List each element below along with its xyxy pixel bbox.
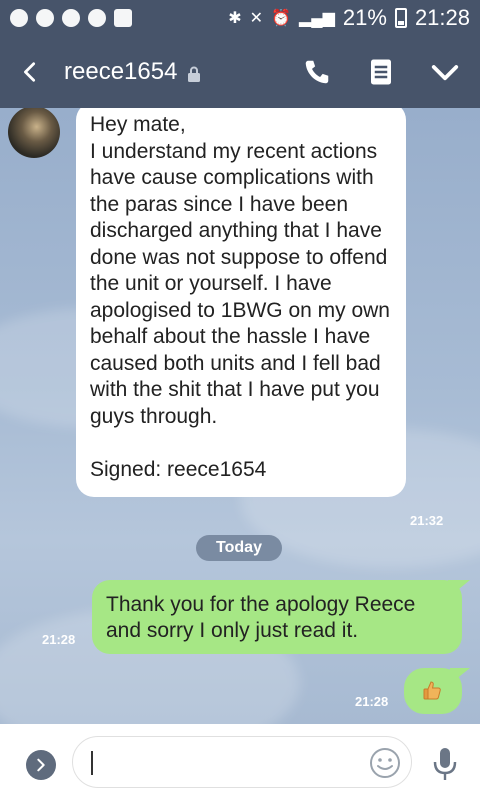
outgoing-message-bubble[interactable]: Thank you for the apology Reece and sorr… <box>92 580 462 654</box>
battery-icon <box>394 8 407 28</box>
text-cursor <box>91 751 93 775</box>
back-button[interactable] <box>0 36 60 108</box>
microphone-button[interactable] <box>430 746 460 782</box>
game-controller-icon <box>62 9 80 27</box>
chevron-left-icon <box>24 62 36 82</box>
download-icon <box>114 9 132 27</box>
notification-icon <box>10 9 28 27</box>
outgoing-sticker-bubble[interactable] <box>404 668 462 714</box>
message-input[interactable] <box>72 736 412 788</box>
system-status: ✱ ✕ ⏰ ▂▄▆ 21% 21:28 <box>228 5 470 31</box>
minus-circle-icon <box>88 9 106 27</box>
emoji-button[interactable] <box>369 747 401 779</box>
chat-area[interactable]: Hey mate, I understand my recent actions… <box>0 108 480 724</box>
contact-avatar[interactable] <box>8 108 60 158</box>
notification-icons <box>10 9 132 27</box>
signal-icon: ▂▄▆ <box>298 10 335 27</box>
status-bar: ✱ ✕ ⏰ ▂▄▆ 21% 21:28 <box>0 0 480 36</box>
mute-icon: ✕ <box>249 10 264 27</box>
menu-chevron-down-button[interactable] <box>430 57 460 87</box>
alarm-icon: ⏰ <box>271 10 291 27</box>
game-controller-icon <box>36 9 54 27</box>
message-timestamp: 21:32 <box>410 513 444 528</box>
message-timestamp: 21:28 <box>42 632 76 647</box>
chat-header: reece1654 <box>0 36 480 108</box>
date-divider: Today <box>196 535 282 561</box>
lock-icon <box>188 66 201 82</box>
phone-call-button[interactable] <box>302 57 332 87</box>
expand-menu-button[interactable] <box>26 750 56 780</box>
battery-percent: 21% <box>342 5 387 30</box>
message-input-bar <box>0 724 480 800</box>
status-time: 21:28 <box>414 5 470 30</box>
notes-button[interactable] <box>366 57 396 87</box>
incoming-message-bubble[interactable]: Hey mate, I understand my recent actions… <box>76 108 406 497</box>
thumbs-up-icon <box>423 681 441 700</box>
chat-title[interactable]: reece1654 <box>64 58 177 86</box>
message-timestamp: 21:28 <box>355 694 389 709</box>
chevron-right-icon <box>37 758 45 772</box>
bluetooth-icon: ✱ <box>228 10 242 27</box>
